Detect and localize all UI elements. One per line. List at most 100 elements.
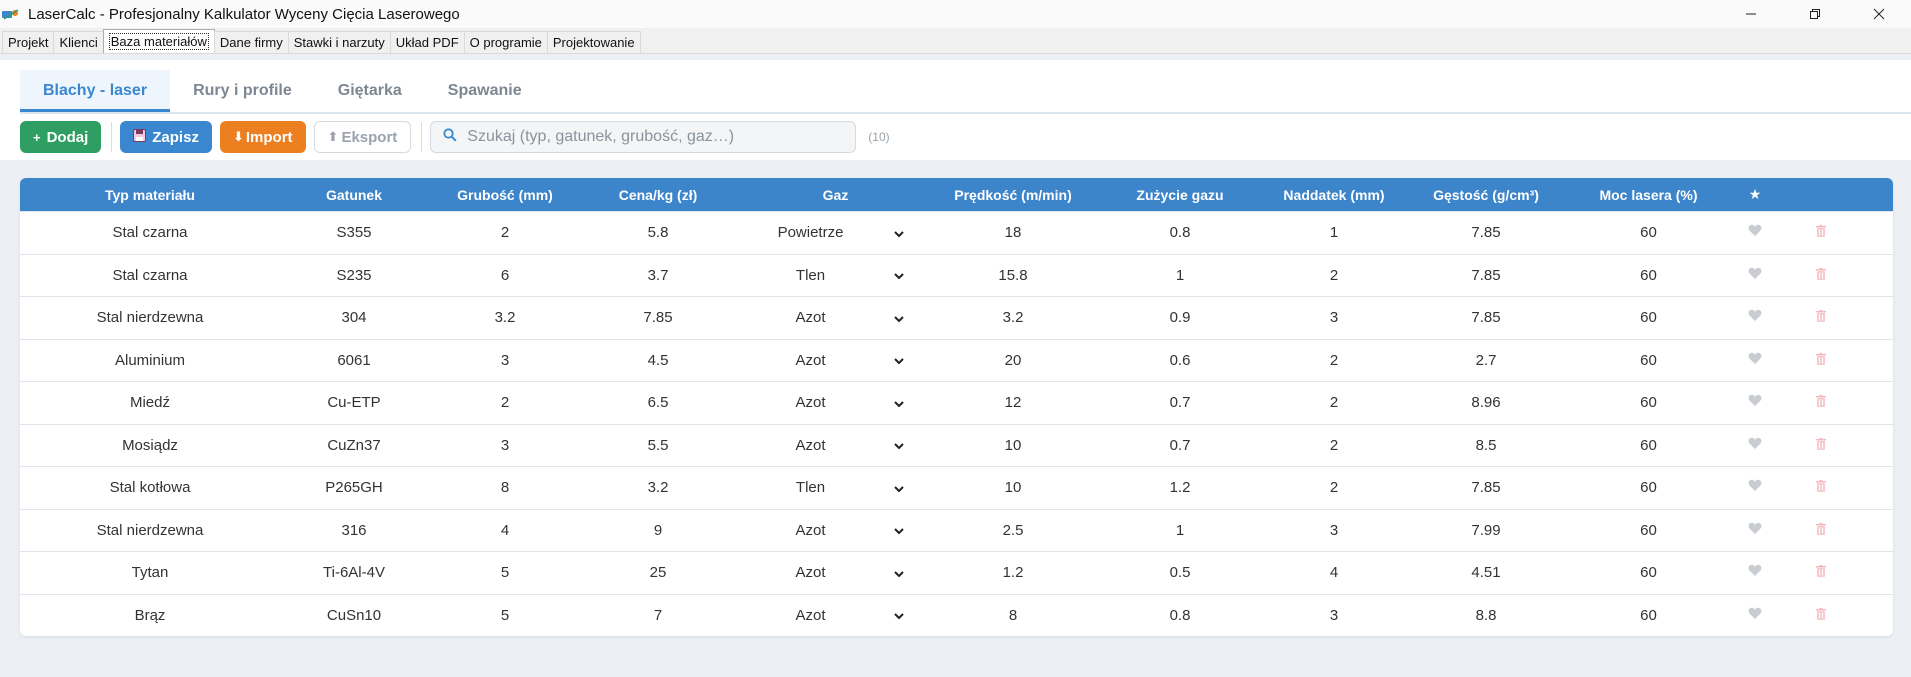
material-type-cell[interactable]: Stal czarna bbox=[20, 224, 280, 241]
header-grubosc[interactable]: Grubość (mm) bbox=[428, 187, 582, 203]
table-row[interactable]: Miedź Cu-ETP 2 6.5 Azot 12 0.7 2 8.96 60 bbox=[20, 381, 1893, 424]
gas-select[interactable]: Azot bbox=[734, 564, 937, 581]
allowance-cell[interactable]: 3 bbox=[1271, 522, 1397, 539]
grade-cell[interactable]: S235 bbox=[280, 267, 428, 284]
material-type-cell[interactable]: Brąz bbox=[20, 607, 280, 624]
price-cell[interactable]: 4.5 bbox=[582, 352, 734, 369]
laser-power-cell[interactable]: 60 bbox=[1575, 479, 1722, 496]
save-button[interactable]: Zapisz bbox=[120, 121, 212, 153]
header-predkosc[interactable]: Prędkość (m/min) bbox=[937, 187, 1089, 203]
price-cell[interactable]: 7.85 bbox=[582, 309, 734, 326]
table-row[interactable]: Brąz CuSn10 5 7 Azot 8 0.8 3 8.8 60 bbox=[20, 593, 1893, 637]
laser-power-cell[interactable]: 60 bbox=[1575, 309, 1722, 326]
laser-power-cell[interactable]: 60 bbox=[1575, 522, 1722, 539]
header-moc-lasera[interactable]: Moc lasera (%) bbox=[1575, 187, 1722, 203]
gas-select[interactable]: Azot bbox=[734, 309, 937, 326]
close-button[interactable] bbox=[1847, 0, 1911, 28]
gas-consumption-cell[interactable]: 0.8 bbox=[1089, 607, 1271, 624]
favorite-button[interactable] bbox=[1722, 522, 1788, 539]
material-type-cell[interactable]: Mosiądz bbox=[20, 437, 280, 454]
price-cell[interactable]: 6.5 bbox=[582, 394, 734, 411]
table-row[interactable]: Stal kotłowa P265GH 8 3.2 Tlen 10 1.2 2 7.85 60 bbox=[20, 466, 1893, 509]
allowance-cell[interactable]: 1 bbox=[1271, 224, 1397, 241]
delete-button[interactable] bbox=[1788, 522, 1854, 539]
table-row[interactable]: Aluminium 6061 3 4.5 Azot 20 0.6 2 2.7 60 bbox=[20, 338, 1893, 382]
laser-power-cell[interactable]: 60 bbox=[1575, 437, 1722, 454]
table-row[interactable]: Stal nierdzewna 304 3.2 7.85 Azot 3.2 0.9 3 7.85… bbox=[20, 296, 1893, 339]
gas-consumption-cell[interactable]: 0.5 bbox=[1089, 564, 1271, 581]
thickness-cell[interactable]: 3 bbox=[428, 352, 582, 369]
price-cell[interactable]: 3.7 bbox=[582, 267, 734, 284]
material-type-cell[interactable]: Stal czarna bbox=[20, 267, 280, 284]
price-cell[interactable]: 9 bbox=[582, 522, 734, 539]
material-type-cell[interactable]: Stal kotłowa bbox=[20, 479, 280, 496]
gas-select[interactable]: Azot bbox=[734, 394, 937, 411]
gas-select[interactable]: Powietrze bbox=[734, 224, 937, 241]
density-cell[interactable]: 7.85 bbox=[1397, 267, 1575, 284]
allowance-cell[interactable]: 2 bbox=[1271, 437, 1397, 454]
thickness-cell[interactable]: 3.2 bbox=[428, 309, 582, 326]
delete-button[interactable] bbox=[1788, 394, 1854, 411]
delete-button[interactable] bbox=[1788, 607, 1854, 624]
speed-cell[interactable]: 10 bbox=[937, 479, 1089, 496]
favorite-button[interactable] bbox=[1722, 607, 1788, 624]
gas-select[interactable]: Azot bbox=[734, 352, 937, 369]
table-row[interactable]: Stal czarna S235 6 3.7 Tlen 15.8 1 2 7.85 60 bbox=[20, 253, 1893, 297]
speed-cell[interactable]: 18 bbox=[937, 224, 1089, 241]
favorite-button[interactable] bbox=[1722, 564, 1788, 581]
delete-button[interactable] bbox=[1788, 352, 1854, 369]
subtab-gietarka[interactable]: Giętarka bbox=[315, 70, 425, 112]
tab-klienci[interactable]: Klienci bbox=[53, 31, 104, 53]
laser-power-cell[interactable]: 60 bbox=[1575, 352, 1722, 369]
tab-uklad-pdf[interactable]: Układ PDF bbox=[389, 31, 465, 53]
allowance-cell[interactable]: 2 bbox=[1271, 479, 1397, 496]
grade-cell[interactable]: 304 bbox=[280, 309, 428, 326]
subtab-spawanie[interactable]: Spawanie bbox=[425, 70, 545, 112]
header-favorite-star-icon[interactable]: ★ bbox=[1722, 186, 1788, 203]
gas-select[interactable]: Tlen bbox=[734, 479, 937, 496]
laser-power-cell[interactable]: 60 bbox=[1575, 564, 1722, 581]
density-cell[interactable]: 8.96 bbox=[1397, 394, 1575, 411]
thickness-cell[interactable]: 3 bbox=[428, 437, 582, 454]
thickness-cell[interactable]: 6 bbox=[428, 267, 582, 284]
thickness-cell[interactable]: 5 bbox=[428, 607, 582, 624]
favorite-button[interactable] bbox=[1722, 394, 1788, 411]
favorite-button[interactable] bbox=[1722, 267, 1788, 284]
allowance-cell[interactable]: 2 bbox=[1271, 352, 1397, 369]
gas-consumption-cell[interactable]: 0.7 bbox=[1089, 394, 1271, 411]
restore-button[interactable] bbox=[1783, 0, 1847, 28]
tab-baza-materialow[interactable]: Baza materiałów bbox=[102, 29, 215, 53]
thickness-cell[interactable]: 4 bbox=[428, 522, 582, 539]
header-gaz[interactable]: Gaz bbox=[734, 187, 937, 203]
grade-cell[interactable]: P265GH bbox=[280, 479, 428, 496]
laser-power-cell[interactable]: 60 bbox=[1575, 394, 1722, 411]
gas-consumption-cell[interactable]: 0.9 bbox=[1089, 309, 1271, 326]
gas-consumption-cell[interactable]: 0.6 bbox=[1089, 352, 1271, 369]
header-typ-materialu[interactable]: Typ materiału bbox=[20, 187, 280, 203]
density-cell[interactable]: 8.8 bbox=[1397, 607, 1575, 624]
allowance-cell[interactable]: 4 bbox=[1271, 564, 1397, 581]
price-cell[interactable]: 5.5 bbox=[582, 437, 734, 454]
allowance-cell[interactable]: 3 bbox=[1271, 607, 1397, 624]
header-cena[interactable]: Cena/kg (zł) bbox=[582, 187, 734, 203]
search-input[interactable]: Szukaj (typ, gatunek, grubość, gaz…) bbox=[430, 121, 857, 153]
gas-consumption-cell[interactable]: 1.2 bbox=[1089, 479, 1271, 496]
favorite-button[interactable] bbox=[1722, 224, 1788, 241]
price-cell[interactable]: 5.8 bbox=[582, 224, 734, 241]
grade-cell[interactable]: CuSn10 bbox=[280, 607, 428, 624]
price-cell[interactable]: 7 bbox=[582, 607, 734, 624]
grade-cell[interactable]: 6061 bbox=[280, 352, 428, 369]
header-gatunek[interactable]: Gatunek bbox=[280, 187, 428, 203]
grade-cell[interactable]: 316 bbox=[280, 522, 428, 539]
import-button[interactable]: ⬇ Import bbox=[219, 121, 306, 153]
allowance-cell[interactable]: 2 bbox=[1271, 267, 1397, 284]
delete-button[interactable] bbox=[1788, 224, 1854, 241]
header-zuzycie-gazu[interactable]: Zużycie gazu bbox=[1089, 187, 1271, 203]
grade-cell[interactable]: CuZn37 bbox=[280, 437, 428, 454]
thickness-cell[interactable]: 8 bbox=[428, 479, 582, 496]
speed-cell[interactable]: 20 bbox=[937, 352, 1089, 369]
gas-select[interactable]: Azot bbox=[734, 522, 937, 539]
thickness-cell[interactable]: 2 bbox=[428, 224, 582, 241]
density-cell[interactable]: 7.85 bbox=[1397, 309, 1575, 326]
gas-consumption-cell[interactable]: 1 bbox=[1089, 522, 1271, 539]
